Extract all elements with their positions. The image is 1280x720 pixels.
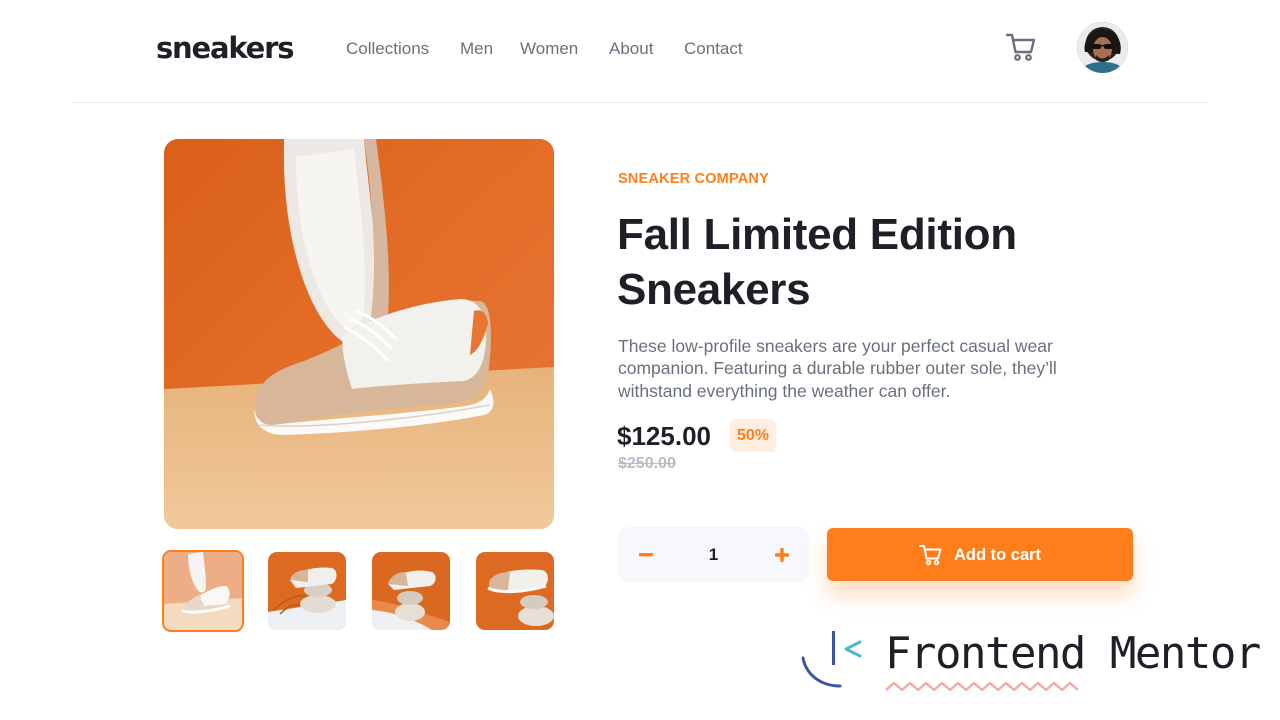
user-avatar[interactable] bbox=[1077, 22, 1128, 73]
company-name: SNEAKER COMPANY bbox=[618, 171, 769, 187]
nav-link-collections[interactable]: Collections bbox=[346, 38, 429, 60]
quantity-value[interactable]: 1 bbox=[673, 527, 754, 582]
quantity-stepper: 1 bbox=[618, 527, 809, 582]
quantity-decrease-button[interactable] bbox=[618, 527, 673, 582]
nav-link-contact[interactable]: Contact bbox=[684, 38, 743, 60]
header-divider bbox=[72, 102, 1208, 103]
current-price: $125.00 bbox=[617, 421, 711, 451]
minus-icon bbox=[638, 552, 653, 556]
cart-icon bbox=[918, 544, 942, 565]
thumbnail-1[interactable] bbox=[162, 550, 244, 632]
thumbnail-3[interactable] bbox=[372, 552, 450, 630]
nav-link-women[interactable]: Women bbox=[520, 38, 578, 60]
brand-logo[interactable]: sneakers bbox=[156, 30, 294, 66]
plus-icon bbox=[774, 547, 789, 562]
add-to-cart-button[interactable]: Add to cart bbox=[827, 528, 1133, 581]
product-main-image[interactable] bbox=[164, 139, 554, 529]
thumbnail-4[interactable] bbox=[476, 552, 554, 630]
thumbnail-2[interactable] bbox=[268, 552, 346, 630]
cart-button[interactable] bbox=[1005, 32, 1037, 62]
add-to-cart-label: Add to cart bbox=[953, 545, 1042, 564]
frontend-mentor-logo-icon bbox=[801, 631, 862, 688]
frontend-mentor-wordmark: Frontend Mentor bbox=[885, 628, 1261, 679]
original-price: $250.00 bbox=[618, 455, 676, 472]
avatar-image bbox=[1077, 22, 1128, 73]
cart-icon bbox=[1005, 33, 1036, 61]
wavy-underline-icon bbox=[885, 681, 1079, 692]
quantity-increase-button[interactable] bbox=[754, 527, 809, 582]
nav-link-men[interactable]: Men bbox=[460, 38, 493, 60]
product-title: Fall Limited Edition Sneakers bbox=[617, 210, 1017, 314]
discount-badge: 50% bbox=[730, 419, 776, 452]
nav-link-about[interactable]: About bbox=[609, 38, 653, 60]
product-description: These low-profile sneakers are your perf… bbox=[618, 336, 1057, 401]
